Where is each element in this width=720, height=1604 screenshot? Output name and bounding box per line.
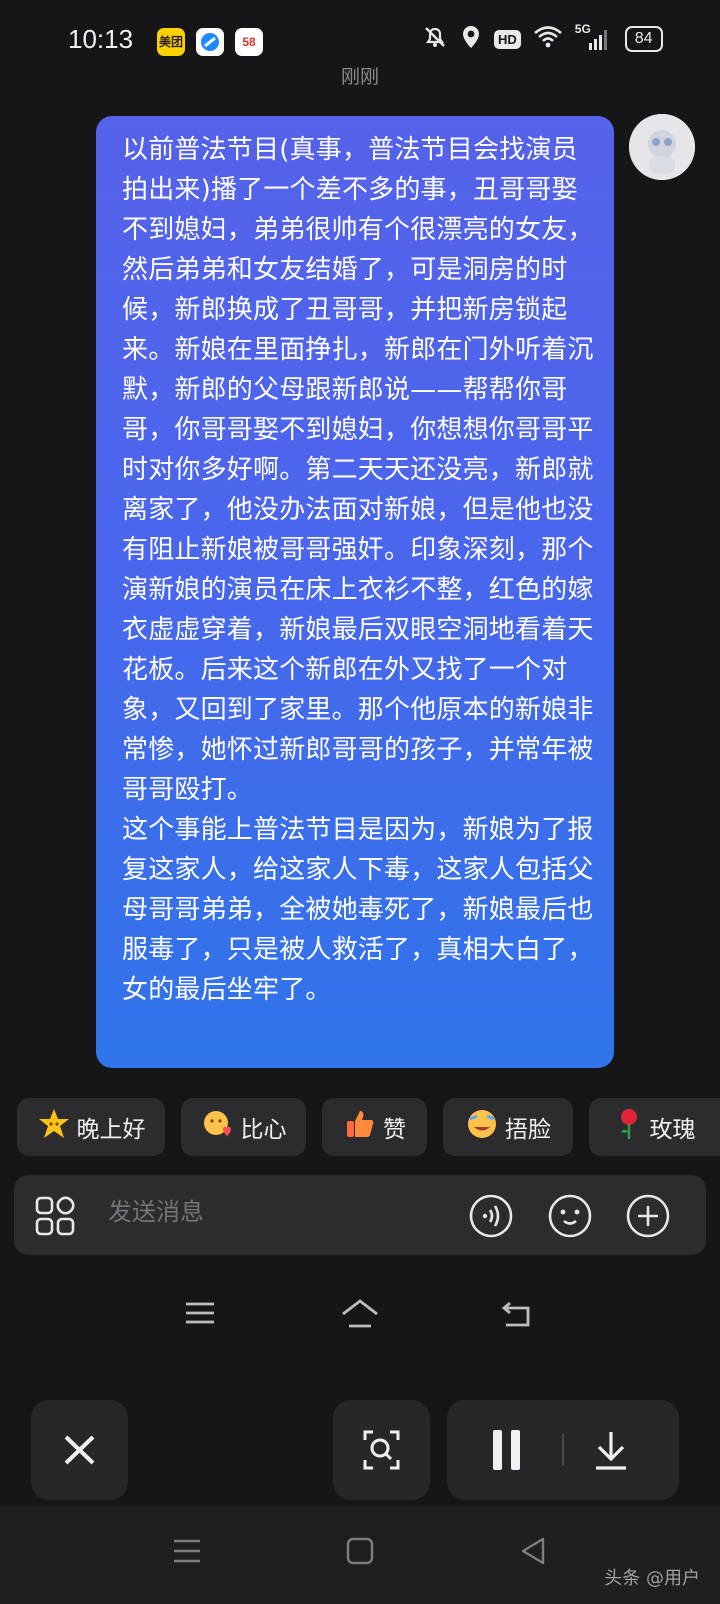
add-icon[interactable]	[625, 1193, 671, 1239]
scan-search-icon	[363, 1430, 400, 1470]
thumbs-up-icon	[343, 1107, 377, 1147]
star-face-icon	[37, 1107, 71, 1147]
screen-record-controls	[0, 1400, 720, 1500]
close-icon	[64, 1435, 95, 1465]
location-icon	[460, 24, 482, 54]
quick-reply-like[interactable]: 赞	[322, 1098, 427, 1156]
message-input[interactable]	[106, 1197, 450, 1227]
rose-icon	[614, 1107, 644, 1147]
quick-reply-rose[interactable]: 玫瑰	[589, 1098, 720, 1156]
app-navigation-bar	[0, 1285, 720, 1355]
quick-reply-label: 比心	[240, 1117, 287, 1143]
quick-reply-facepalm[interactable]: 捂脸	[443, 1098, 573, 1156]
meituan-app-icon: 美团	[157, 28, 185, 56]
signal-5g-icon: 5G	[575, 22, 609, 52]
home-square-icon[interactable]	[345, 1536, 375, 1570]
quick-reply-label: 玫瑰	[649, 1117, 696, 1143]
quick-reply-good-evening[interactable]: 晚上好	[17, 1098, 165, 1156]
watermark: 头条 @用户	[604, 1568, 700, 1589]
back-icon[interactable]	[500, 1297, 534, 1335]
system-navigation-bar: 头条 @用户	[0, 1506, 720, 1604]
quick-reply-label: 赞	[383, 1117, 406, 1143]
battery-indicator: 84	[624, 26, 663, 52]
status-time: 10:13	[68, 24, 134, 54]
mute-bell-icon	[422, 24, 448, 54]
menu-icon[interactable]	[184, 1297, 216, 1333]
pause-icon[interactable]	[487, 1426, 527, 1478]
playback-control-group	[447, 1400, 679, 1500]
message-input-bar	[14, 1175, 706, 1255]
58-app-icon: 58	[235, 28, 263, 56]
message-bubble[interactable]: 以前普法节目(真事，普法节目会找演员拍出来)播了一个差不多的事，丑哥哥娶不到媳妇…	[96, 116, 614, 1068]
wifi-icon	[533, 25, 563, 53]
voice-input-icon[interactable]	[468, 1193, 514, 1239]
quick-reply-bar: 晚上好 比心 赞 捂脸 玫瑰	[0, 1098, 720, 1156]
message-timestamp: 刚刚	[340, 66, 379, 88]
status-bar: 10:13 美团 58 HD 5G 84	[0, 0, 720, 70]
scan-button[interactable]	[333, 1400, 430, 1500]
facepalm-icon	[465, 1107, 499, 1147]
recents-icon[interactable]	[172, 1536, 202, 1570]
user-avatar[interactable]	[629, 114, 695, 180]
back-triangle-icon[interactable]	[518, 1536, 548, 1570]
quick-reply-label: 捂脸	[505, 1117, 551, 1143]
close-button[interactable]	[31, 1400, 128, 1500]
download-icon[interactable]	[591, 1428, 631, 1476]
hd-icon: HD	[494, 29, 521, 49]
apps-grid-icon[interactable]	[32, 1193, 78, 1239]
home-icon[interactable]	[340, 1297, 380, 1335]
browser-app-icon	[196, 28, 224, 56]
quick-reply-heart[interactable]: 比心	[181, 1098, 306, 1156]
heart-hands-icon	[201, 1107, 235, 1147]
emoji-icon[interactable]	[547, 1193, 593, 1239]
divider	[562, 1434, 564, 1466]
quick-reply-label: 晚上好	[76, 1117, 146, 1143]
